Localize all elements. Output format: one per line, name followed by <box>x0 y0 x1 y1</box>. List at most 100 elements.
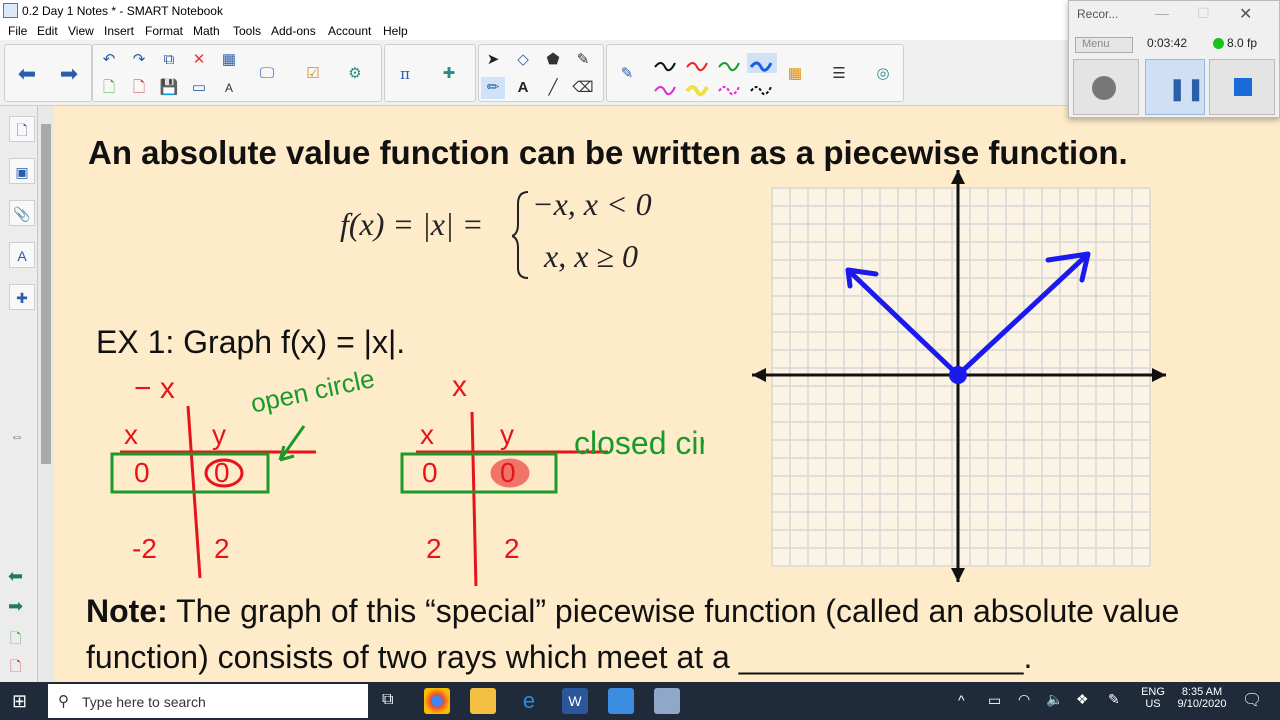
text-icon[interactable]: A <box>511 77 535 99</box>
word-icon[interactable]: W <box>562 688 588 714</box>
delete-page-icon[interactable]: 🗋 <box>127 77 151 99</box>
addons-icon[interactable]: ✚ <box>437 63 461 85</box>
recorder-time: 0:03:42 <box>1147 36 1188 50</box>
taskbar-search[interactable]: ⚲ Type here to search <box>48 684 368 718</box>
clone-icon[interactable]: ⧉ <box>157 49 181 71</box>
tray-chevron-icon[interactable]: ^ <box>958 692 965 708</box>
color-palette-icon[interactable]: ▦ <box>783 63 807 85</box>
pause-button[interactable]: ❚❚ <box>1145 59 1205 115</box>
close-button[interactable]: ✕ <box>1239 4 1252 24</box>
note-text: The graph of this “special” piecewise fu… <box>86 593 1180 675</box>
ink-y-header-2: y <box>500 419 514 450</box>
save-icon[interactable]: 💾 <box>157 77 181 99</box>
resize-arrows-icon[interactable]: ⇔ <box>10 428 24 444</box>
smart-notebook-taskbar-icon[interactable] <box>608 688 634 714</box>
pen-swatches[interactable] <box>651 51 791 99</box>
pen-icon[interactable]: ✎ <box>615 63 639 85</box>
menu-format[interactable]: Format <box>145 24 183 38</box>
prev-page-icon[interactable]: ⬅ <box>8 566 23 587</box>
pause-icon: ❚❚ <box>1168 76 1205 101</box>
vertical-scrollbar[interactable] <box>38 106 54 682</box>
record-icon <box>1092 76 1116 100</box>
ink-y-header-1: y <box>212 419 226 450</box>
select-icon[interactable]: ➤ <box>481 49 505 71</box>
add-page-side-icon[interactable]: 🗋 <box>10 628 21 652</box>
language-indicator[interactable]: ENG US <box>1140 686 1166 710</box>
nav-group: ⬅ ➡ <box>4 44 92 102</box>
clock[interactable]: 8:35 AM 9/10/2020 <box>1172 686 1232 710</box>
response-icon[interactable]: ☑ <box>301 63 325 85</box>
delete-page-side-icon[interactable]: 🗋 <box>10 656 21 680</box>
wifi-icon[interactable]: ◠ <box>1018 691 1030 708</box>
recorder-taskbar-icon[interactable] <box>654 688 680 714</box>
menu-account[interactable]: Account <box>328 24 371 38</box>
properties-icon[interactable]: ◎ <box>871 63 895 85</box>
menu-tools[interactable]: Tools <box>233 24 261 38</box>
menu-help[interactable]: Help <box>383 24 408 38</box>
example-label: EX 1: Graph f(x) = |x|. <box>96 324 406 360</box>
notifications-icon[interactable]: 🗨 <box>1242 690 1262 710</box>
widgets-icon[interactable]: ⚙ <box>343 63 367 85</box>
table-icon[interactable]: ▦ <box>217 49 241 71</box>
redo-icon[interactable]: ↷ <box>127 49 151 71</box>
recorder-fps: 8.0 fp <box>1227 36 1258 50</box>
fill-icon[interactable]: ⬟ <box>541 49 565 71</box>
menu-view[interactable]: View <box>68 24 94 38</box>
properties-tab-icon[interactable]: A <box>9 242 35 268</box>
pen-tray-icon[interactable]: ✎ <box>1108 691 1120 708</box>
screen-capture-icon[interactable]: 🖵 <box>255 63 279 85</box>
forward-arrow-icon[interactable]: ➡ <box>57 63 81 85</box>
search-icon: ⚲ <box>58 693 69 710</box>
add-page-icon[interactable]: 🗋 <box>97 77 121 99</box>
minimize-button[interactable]: — <box>1155 5 1169 21</box>
status-dot-icon <box>1213 38 1224 49</box>
undo-icon[interactable]: ↶ <box>97 49 121 71</box>
ink-x-header-1: x <box>124 419 138 450</box>
windows-start-icon[interactable]: ⊞ <box>12 691 27 712</box>
addons-tab-icon[interactable]: ✚ <box>9 284 35 310</box>
battery-icon[interactable]: ▭ <box>988 692 1001 709</box>
menu-math[interactable]: Math <box>193 24 220 38</box>
maximize-button[interactable]: ☐ <box>1197 5 1210 22</box>
ink-table1-y: 2 <box>214 533 230 564</box>
dropbox-icon[interactable]: ❖ <box>1076 691 1089 708</box>
side-tabs: 🗋 ▣ 📎 A ✚ ⇔ ⬅ ➡ 🗋 🗋 <box>0 106 38 682</box>
math-group: π ✚ <box>384 44 476 102</box>
menu-insert[interactable]: Insert <box>104 24 134 38</box>
menu-file[interactable]: File <box>8 24 27 38</box>
attachments-icon[interactable]: 📎 <box>9 200 35 226</box>
record-button[interactable] <box>1073 59 1139 115</box>
window-title: 0.2 Day 1 Notes * - SMART Notebook <box>22 4 223 18</box>
gallery-icon[interactable]: ▣ <box>9 158 35 184</box>
clock-date: 9/10/2020 <box>1177 698 1227 710</box>
chrome-icon[interactable] <box>424 688 450 714</box>
volume-icon[interactable]: 🔈 <box>1046 691 1063 708</box>
scrollbar-thumb[interactable] <box>41 124 51 464</box>
file-explorer-icon[interactable] <box>470 688 496 714</box>
formula-case-1: −x, x < 0 <box>532 186 652 222</box>
shapes-icon[interactable]: ◇ <box>511 49 535 71</box>
page-sorter-icon[interactable]: 🗋 <box>9 116 35 142</box>
next-page-icon[interactable]: ➡ <box>8 596 23 617</box>
ink-zero-x-2: 0 <box>422 457 438 488</box>
recorder-menu[interactable]: Menu <box>1075 37 1133 53</box>
delete-icon[interactable]: ✕ <box>187 49 211 71</box>
text-size-icon[interactable]: A <box>217 77 241 99</box>
coordinate-graph <box>752 170 1166 582</box>
eraser-icon[interactable]: ⌫ <box>571 77 595 99</box>
line-style-icon[interactable]: ☰ <box>827 63 851 85</box>
line-icon[interactable]: ╱ <box>541 77 565 99</box>
ink-table1-x: -2 <box>132 533 157 564</box>
pens-icon[interactable]: ✏ <box>481 77 505 99</box>
notebook-page[interactable]: An absolute value function can be writte… <box>54 106 1280 682</box>
edge-icon[interactable]: e <box>516 688 542 714</box>
menu-edit[interactable]: Edit <box>37 24 58 38</box>
menu-addons[interactable]: Add-ons <box>271 24 316 38</box>
math-tools-icon[interactable]: π <box>393 63 417 85</box>
stop-button[interactable] <box>1209 59 1275 115</box>
back-arrow-icon[interactable]: ⬅ <box>15 63 39 85</box>
magic-pen-icon[interactable]: ✎ <box>571 49 595 71</box>
taskbar: ⊞ ⚲ Type here to search ⧉ e W ^ ▭ ◠ 🔈 ❖ … <box>0 682 1280 720</box>
task-view-icon[interactable]: ⧉ <box>382 691 393 709</box>
screen-icon[interactable]: ▭ <box>187 77 211 99</box>
